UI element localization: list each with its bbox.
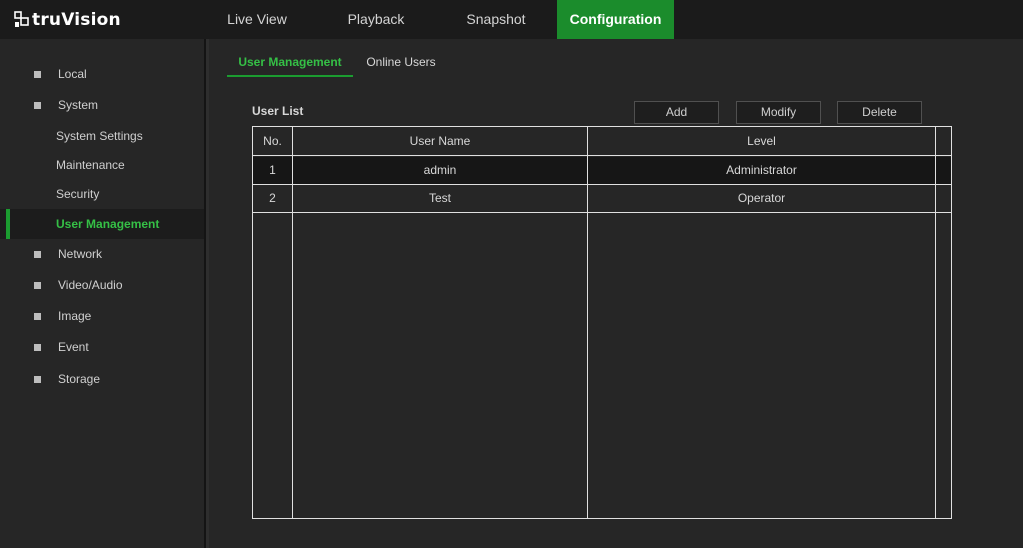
sidebar-item-label: Maintenance xyxy=(56,158,125,172)
sidebar-item-label: System xyxy=(58,98,99,112)
column-header-no[interactable]: No. xyxy=(253,127,292,155)
sidebar-item-image[interactable]: Image xyxy=(0,302,204,330)
tab-snapshot[interactable]: Snapshot xyxy=(445,0,547,39)
sidebar-item-user-management[interactable]: User Management xyxy=(0,209,204,239)
sidebar-item-maintenance[interactable]: Maintenance xyxy=(0,151,204,179)
delete-button[interactable]: Delete xyxy=(837,101,922,124)
cell-level: Administrator xyxy=(726,163,797,177)
sidebar-item-label: Network xyxy=(58,247,103,261)
bullet-icon xyxy=(34,344,41,351)
bullet-icon xyxy=(34,71,41,78)
bullet-icon xyxy=(34,251,41,258)
sidebar-item-label: Storage xyxy=(58,372,101,386)
bullet-icon xyxy=(34,313,41,320)
cell-user-name: Test xyxy=(428,191,451,205)
logo-text: truVision xyxy=(32,10,121,30)
sidebar-item-system[interactable]: System xyxy=(0,91,204,119)
section-title: User List xyxy=(252,104,304,118)
sidebar-item-security[interactable]: Security xyxy=(0,180,204,208)
sidebar-item-label: Image xyxy=(58,309,92,323)
sidebar-item-label: Video/Audio xyxy=(58,278,123,292)
tab-online-users[interactable]: Online Users xyxy=(358,50,444,77)
active-marker xyxy=(6,209,10,239)
sidebar-item-event[interactable]: Event xyxy=(0,333,204,361)
cell-level: Operator xyxy=(737,191,786,205)
sidebar-item-video-audio[interactable]: Video/Audio xyxy=(0,271,204,299)
sidebar-item-label: System Settings xyxy=(56,129,143,143)
add-button[interactable]: Add xyxy=(634,101,719,124)
cell-no: 1 xyxy=(269,163,276,177)
sidebar-item-label: User Management xyxy=(56,217,160,231)
column-divider xyxy=(935,127,936,518)
bullet-icon xyxy=(34,376,41,383)
tab-live-view[interactable]: Live View xyxy=(206,0,308,39)
truvision-logo: truVision xyxy=(14,8,121,32)
modify-button[interactable]: Modify xyxy=(736,101,821,124)
sidebar-divider-edge xyxy=(206,39,209,548)
user-table: No. User Name Level 1 admin Administrato… xyxy=(252,126,952,519)
row-divider xyxy=(253,212,951,213)
cell-no: 2 xyxy=(269,191,276,205)
sidebar: Local System System Settings Maintenance… xyxy=(0,39,204,548)
sidebar-item-local[interactable]: Local xyxy=(0,60,204,88)
sidebar-item-label: Security xyxy=(56,187,100,201)
sidebar-item-label: Event xyxy=(58,340,89,354)
sidebar-item-storage[interactable]: Storage xyxy=(0,365,204,393)
column-header-user-name[interactable]: User Name xyxy=(293,127,587,155)
sidebar-item-network[interactable]: Network xyxy=(0,240,204,268)
bullet-icon xyxy=(34,102,41,109)
tab-playback[interactable]: Playback xyxy=(325,0,427,39)
tab-user-management[interactable]: User Management xyxy=(227,50,353,77)
top-bar: truVision Live View Playback Snapshot Co… xyxy=(0,0,1023,39)
tab-configuration[interactable]: Configuration xyxy=(557,0,674,39)
column-header-level[interactable]: Level xyxy=(588,127,935,155)
sidebar-item-label: Local xyxy=(58,67,87,81)
bullet-icon xyxy=(34,282,41,289)
sidebar-item-system-settings[interactable]: System Settings xyxy=(0,122,204,150)
cell-user-name: admin xyxy=(423,163,457,177)
logo-icon xyxy=(14,11,29,27)
